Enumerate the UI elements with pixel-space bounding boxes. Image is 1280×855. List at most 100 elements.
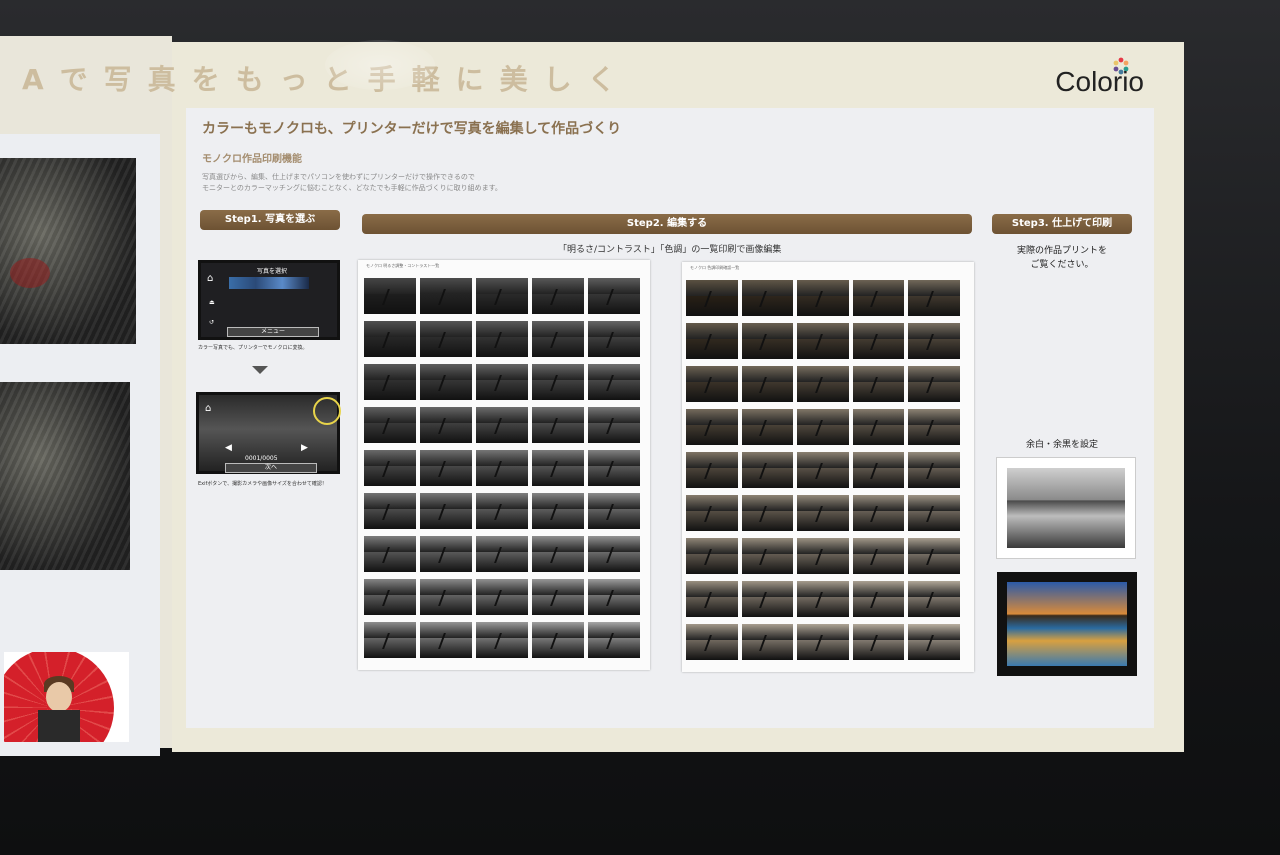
thumbnail-grid: [686, 280, 960, 660]
photo-thumbnail: [686, 409, 738, 445]
photo-thumbnail: [797, 495, 849, 531]
photo-thumbnail: [420, 278, 472, 314]
content-panel: カラーもモノクロも、プリンターだけで写真を編集して作品づくり モノクロ作品印刷機…: [186, 108, 1154, 728]
photo-thumbnail: [741, 452, 794, 488]
photo-thumbnail: [588, 450, 640, 486]
photo-thumbnail: [852, 323, 905, 359]
eject-icon: ⏏: [209, 299, 215, 306]
venice-print-white-margin: [996, 457, 1136, 559]
sheet-header: モノクロ 明るさ調整・コントラスト一覧: [366, 263, 440, 268]
home-icon: ⌂: [205, 403, 212, 414]
photo-thumbnail: [476, 321, 528, 357]
step1-caption-exif: Exifボタンで、撮影カメラや画像サイズを合わせて確認！: [198, 481, 327, 487]
panel-subtitle: カラーもモノクロも、プリンターだけで写真を編集して作品づくり: [202, 121, 622, 137]
photo-thumbnail: [686, 495, 738, 531]
umbrella-portrait-photo: [4, 652, 129, 742]
portrait-panel: [0, 636, 160, 756]
photo-thumbnail: [364, 407, 416, 443]
photo-thumbnail: [420, 450, 472, 486]
photo-thumbnail: [588, 622, 640, 658]
photo-thumbnail: [908, 538, 960, 574]
photo-thumbnail: [908, 452, 960, 488]
description-line: モニターとのカラーマッチングに悩むことなく、どなたでも手軽に作品づくりに取り組め…: [202, 184, 502, 192]
step2-bar: Step2. 編集する: [362, 214, 972, 234]
venice-print-black-margin: [997, 572, 1137, 676]
photo-thumbnail: [797, 366, 849, 402]
thumbnail-grid: [364, 278, 640, 658]
photo-thumbnail: [741, 280, 794, 316]
photo-thumbnail: [588, 321, 640, 357]
thumbnail-strip: [229, 277, 309, 289]
photo-thumbnail: [686, 452, 738, 488]
photo-thumbnail: [686, 366, 738, 402]
photo-thumbnail: [364, 321, 416, 357]
photo-thumbnail: [686, 323, 738, 359]
photo-thumbnail: [476, 364, 528, 400]
photo-thumbnail: [364, 450, 416, 486]
photo-thumbnail: [532, 364, 584, 400]
down-arrow-icon: [252, 366, 268, 374]
photo-thumbnail: [741, 323, 794, 359]
photo-thumbnail: [852, 495, 905, 531]
photo-thumbnail: [532, 321, 584, 357]
photo-thumbnail: [420, 407, 472, 443]
photo-thumbnail: [532, 450, 584, 486]
photo-thumbnail: [532, 622, 584, 658]
step3-text-line: ご覧ください。: [1030, 260, 1094, 270]
photo-thumbnail: [797, 624, 849, 660]
left-display-board: [0, 36, 172, 756]
forest-photo-bottom: [0, 382, 130, 570]
photo-thumbnail: [686, 280, 738, 316]
photo-thumbnail: [852, 538, 905, 574]
photo-thumbnail: [908, 366, 960, 402]
photo-thumbnail: [686, 624, 738, 660]
photo-thumbnail: [364, 622, 416, 658]
photo-thumbnail: [588, 536, 640, 572]
photo-thumbnail: [476, 407, 528, 443]
printer-lcd-select: ⌂ 写真を選択 ⏏ ↺ メニュー: [198, 260, 340, 340]
brightness-contrast-sheet: モノクロ 明るさ調整・コントラスト一覧: [358, 260, 650, 670]
photo-thumbnail: [797, 452, 849, 488]
photo-thumbnail: [420, 321, 472, 357]
photo-thumbnail: [908, 495, 960, 531]
forest-photo-top: [0, 158, 136, 344]
photo-thumbnail: [741, 581, 794, 617]
next-button[interactable]: 次へ: [225, 463, 317, 473]
photo-thumbnail: [532, 278, 584, 314]
photo-thumbnail: [852, 452, 905, 488]
photo-thumbnail: [476, 579, 528, 615]
photo-thumbnail: [364, 579, 416, 615]
left-arrow-icon[interactable]: ◀: [225, 443, 232, 453]
step3-text: 実際の作品プリントを ご覧ください。: [1006, 244, 1118, 272]
light-glare: [325, 40, 435, 90]
step1-caption: カラー写真でも、プリンターでモノクロに変換。: [198, 345, 308, 351]
highlight-circle: [313, 397, 341, 425]
photo-thumbnail: [908, 280, 960, 316]
panel-description: 写真選びから、編集、仕上げまでパソコンを使わずにプリンターだけで操作できるので …: [202, 172, 502, 194]
photo-thumbnail: [476, 450, 528, 486]
photo-thumbnail: [588, 407, 640, 443]
photo-thumbnail: [797, 280, 849, 316]
brand-logo: Colorio: [1055, 66, 1144, 97]
right-arrow-icon[interactable]: ▶: [301, 443, 308, 453]
photo-thumbnail: [420, 579, 472, 615]
photo-thumbnail: [364, 536, 416, 572]
photo-thumbnail: [852, 366, 905, 402]
step3-text-line: 実際の作品プリントを: [1016, 246, 1107, 256]
photo-thumbnail: [476, 493, 528, 529]
photo-thumbnail: [476, 278, 528, 314]
lcd-title: 写真を選択: [257, 268, 288, 275]
photo-thumbnail: [908, 409, 960, 445]
photo-thumbnail: [797, 581, 849, 617]
step3-bar: Step3. 仕上げて印刷: [992, 214, 1132, 234]
photo-thumbnail: [588, 278, 640, 314]
menu-button[interactable]: メニュー: [227, 327, 319, 337]
photo-thumbnail: [852, 624, 905, 660]
photo-thumbnail: [797, 323, 849, 359]
photo-thumbnail: [420, 493, 472, 529]
photo-thumbnail: [686, 538, 738, 574]
photo-thumbnail: [476, 536, 528, 572]
step1-bar: Step1. 写真を選ぶ: [200, 210, 340, 230]
sheet-header: モノクロ 色調印刷確認一覧: [690, 265, 740, 270]
photo-thumbnail: [797, 538, 849, 574]
